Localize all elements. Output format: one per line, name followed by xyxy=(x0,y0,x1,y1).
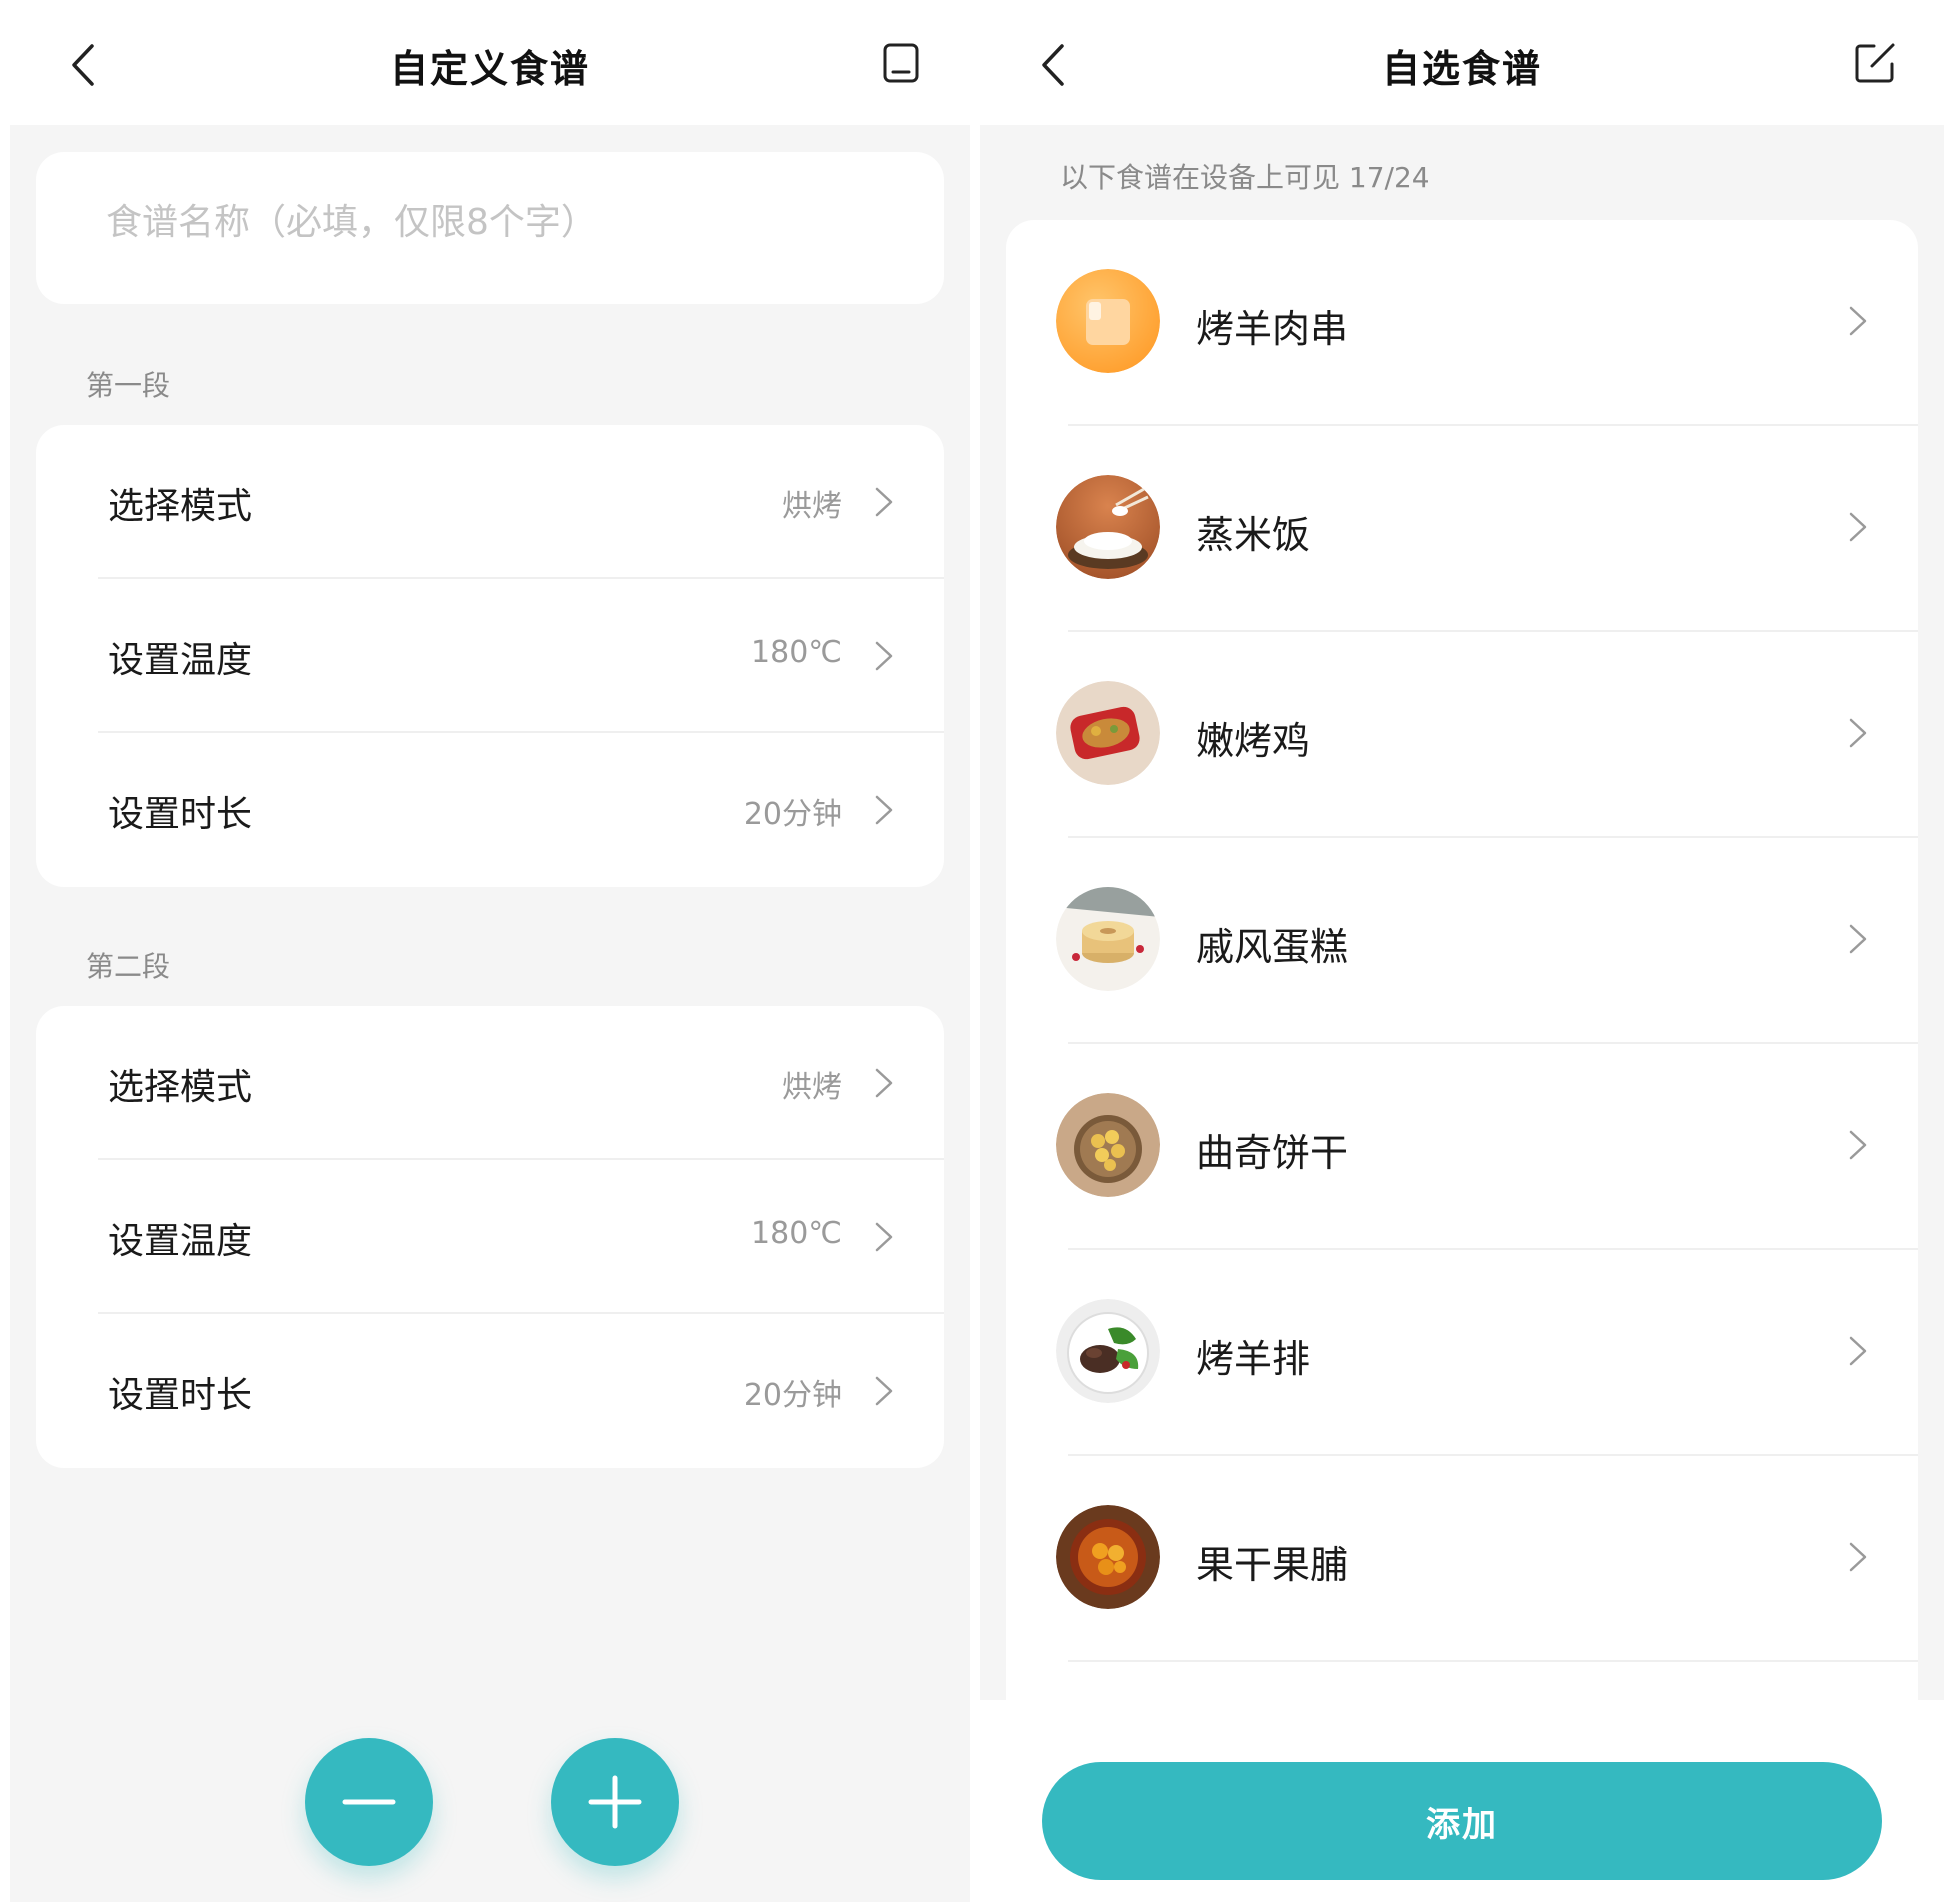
divider xyxy=(1068,1660,1918,1662)
visibility-hint: 以下食谱在设备上可见 17/24 xyxy=(1060,161,1430,194)
recipe-item[interactable]: 蒸米饭 xyxy=(1006,426,1918,632)
recipe-item[interactable]: 戚风蛋糕 xyxy=(1006,838,1918,1044)
temperature-row[interactable]: 设置温度 180℃ xyxy=(36,579,944,733)
chevron-right-icon xyxy=(1849,306,1867,336)
chevron-right-icon xyxy=(875,487,893,517)
row-value: 180℃ xyxy=(751,1216,842,1251)
bottom-bar: 添加 xyxy=(980,1700,1944,1902)
recipe-name-card xyxy=(36,152,944,304)
recipe-name: 蒸米饭 xyxy=(1196,513,1311,557)
cookies-photo xyxy=(1056,1093,1160,1197)
selected-recipes-screen: 自选食谱 以下食谱在设备上可见 17/24 烤羊肉串 蒸米饭 嫩烤鸡 戚风蛋糕 … xyxy=(980,0,1944,1902)
row-label: 设置温度 xyxy=(108,640,253,681)
chevron-right-icon xyxy=(1849,512,1867,542)
chevron-right-icon xyxy=(1849,924,1867,954)
minus-icon xyxy=(342,1799,396,1805)
chevron-right-icon xyxy=(875,641,893,671)
row-label: 选择模式 xyxy=(108,486,253,527)
header: 自选食谱 xyxy=(980,0,1944,125)
row-value: 20分钟 xyxy=(743,797,842,832)
temperature-row[interactable]: 设置温度 180℃ xyxy=(36,1160,944,1314)
recipe-name: 戚风蛋糕 xyxy=(1196,925,1349,969)
recipe-item[interactable]: 曲奇饼干 xyxy=(1006,1044,1918,1250)
duration-row[interactable]: 设置时长 20分钟 xyxy=(36,733,944,887)
chevron-right-icon xyxy=(875,1222,893,1252)
dried-fruit-photo xyxy=(1056,1505,1160,1609)
recipe-name: 果干果脯 xyxy=(1196,1543,1349,1587)
stage-2-label: 第二段 xyxy=(86,950,171,983)
placeholder-orange-icon xyxy=(1056,269,1160,373)
recipe-item[interactable]: 烤羊排 xyxy=(1006,1250,1918,1456)
recipe-item[interactable]: 果干果脯 xyxy=(1006,1456,1918,1662)
chevron-right-icon xyxy=(1849,1130,1867,1160)
row-label: 设置时长 xyxy=(108,1375,253,1416)
plus-icon xyxy=(588,1775,642,1829)
chevron-right-icon xyxy=(1849,1542,1867,1572)
page-title: 自定义食谱 xyxy=(389,47,590,91)
add-button[interactable]: 添加 xyxy=(1042,1762,1882,1880)
remove-stage-button[interactable] xyxy=(305,1738,433,1866)
recipe-name-input[interactable] xyxy=(106,202,906,243)
row-value: 烘烤 xyxy=(782,489,842,524)
chiffon-cake-photo xyxy=(1056,887,1160,991)
chevron-right-icon xyxy=(875,1068,893,1098)
stage-2-settings: 选择模式 烘烤 设置温度 180℃ 设置时长 20分钟 xyxy=(36,1006,944,1468)
row-label: 选择模式 xyxy=(108,1067,253,1108)
header: 自定义食谱 xyxy=(10,0,970,125)
mode-row[interactable]: 选择模式 烘烤 xyxy=(36,425,944,579)
duration-row[interactable]: 设置时长 20分钟 xyxy=(36,1314,944,1468)
recipe-name: 曲奇饼干 xyxy=(1196,1131,1349,1175)
save-icon[interactable] xyxy=(876,38,926,88)
stage-1-settings: 选择模式 烘烤 设置温度 180℃ 设置时长 20分钟 xyxy=(36,425,944,887)
page-title: 自选食谱 xyxy=(1381,47,1542,91)
add-stage-button[interactable] xyxy=(551,1738,679,1866)
chevron-right-icon xyxy=(1849,718,1867,748)
row-label: 设置时长 xyxy=(108,794,253,835)
stage-1-label: 第一段 xyxy=(86,369,171,402)
rice-photo xyxy=(1056,475,1160,579)
roast-chicken-photo xyxy=(1056,681,1160,785)
row-value: 20分钟 xyxy=(743,1378,842,1413)
recipe-name: 烤羊肉串 xyxy=(1196,307,1349,351)
chevron-right-icon xyxy=(875,1376,893,1406)
recipe-name: 嫩烤鸡 xyxy=(1196,719,1311,763)
recipe-list: 烤羊肉串 蒸米饭 嫩烤鸡 戚风蛋糕 曲奇饼干 烤羊排 果干果脯 xyxy=(1006,220,1918,1700)
row-label: 设置温度 xyxy=(108,1221,253,1262)
recipe-item[interactable]: 嫩烤鸡 xyxy=(1006,632,1918,838)
edit-icon[interactable] xyxy=(1850,38,1900,88)
chevron-right-icon xyxy=(875,795,893,825)
recipe-name: 烤羊排 xyxy=(1196,1337,1311,1381)
lamb-chops-photo xyxy=(1056,1299,1160,1403)
mode-row[interactable]: 选择模式 烘烤 xyxy=(36,1006,944,1160)
row-value: 烘烤 xyxy=(782,1070,842,1105)
recipe-item[interactable]: 烤羊肉串 xyxy=(1006,220,1918,426)
custom-recipe-screen: 自定义食谱 第一段 选择模式 烘烤 设置温度 180℃ 设置时长 20分钟 第二… xyxy=(10,0,970,1902)
chevron-right-icon xyxy=(1849,1336,1867,1366)
row-value: 180℃ xyxy=(751,635,842,670)
